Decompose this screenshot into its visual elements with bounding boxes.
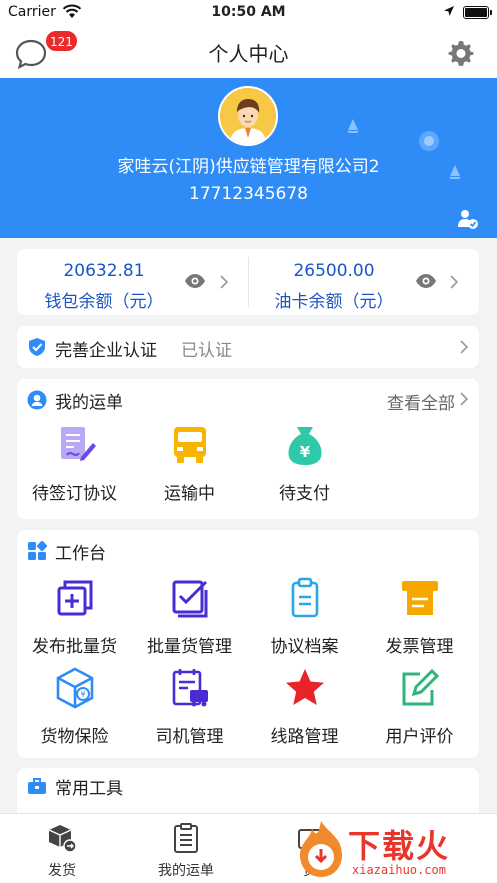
enterprise-verification-row[interactable]: 完善企业认证 已认证 (17, 326, 479, 368)
workbench-batch-manage[interactable]: 批量货管理 (132, 576, 247, 657)
tab-my-waybills[interactable]: 我的运单 (124, 822, 248, 880)
gear-icon (448, 41, 474, 66)
waybill-in-transit[interactable]: 运输中 (132, 423, 247, 504)
svg-text:¥: ¥ (299, 443, 310, 461)
batch-manage-icon (172, 580, 207, 618)
wallet-balance-label: 钱包余额（元） (44, 292, 164, 312)
sailboat-decoration-icon (347, 119, 359, 133)
fuel-card-balance-item[interactable]: 26500.00 油卡余额（元） (249, 249, 479, 315)
tab-label: 发货 (48, 863, 76, 879)
cube-ship-icon (48, 825, 77, 853)
verification-status: 已认证 (181, 341, 232, 361)
waybill-item-label: 运输中 (164, 484, 215, 504)
workbench-item-label: 司机管理 (155, 727, 224, 747)
status-bar: Carrier 10:50 AM (0, 0, 497, 26)
bubble-decoration-icon (419, 131, 439, 151)
waybill-item-label: 待签订协议 (32, 484, 117, 504)
flame-download-icon (300, 821, 342, 877)
workbench-invoice-manage[interactable]: 发票管理 (362, 576, 477, 657)
eye-icon[interactable] (415, 273, 437, 289)
document-list-icon (174, 823, 198, 853)
contract-sign-icon (60, 427, 96, 461)
workbench-item-label: 发布批量货 (32, 637, 117, 657)
invoice-printer-icon (401, 581, 438, 615)
fuel-card-balance-amount: 26500.00 (293, 261, 375, 281)
wallet-balance-amount: 20632.81 (63, 261, 145, 281)
chevron-right-icon (460, 392, 469, 406)
common-tools-title: 常用工具 (55, 779, 123, 799)
toolbox-icon (28, 778, 46, 794)
workbench-item-label: 协议档案 (270, 637, 339, 657)
workbench-item-label: 用户评价 (385, 727, 454, 747)
fuel-card-balance-label: 油卡余额（元） (274, 292, 394, 312)
phone-number: 17712345678 (189, 184, 308, 204)
cargo-insurance-icon: ¥ (56, 667, 93, 709)
watermark-url: xiazaihuo.com (352, 863, 446, 877)
waybill-pending-agreement[interactable]: 待签订协议 (17, 423, 132, 504)
workbench-item-label: 货物保险 (40, 727, 109, 747)
svg-text:¥: ¥ (80, 690, 85, 699)
user-avatar-icon (220, 88, 276, 144)
my-waybills-title: 我的运单 (55, 393, 123, 413)
workbench-card: 工作台 发布批量货 批量货管理 协议档案 发票管理 ¥ 货物保险 司机管理 线路… (17, 530, 479, 758)
user-check-icon (458, 210, 478, 229)
apps-grid-icon (28, 541, 47, 560)
shield-check-icon (29, 338, 45, 356)
tab-ship[interactable]: 发货 (0, 822, 124, 880)
company-name: 家哇云(江阴)供应链管理有限公司2 (117, 157, 380, 177)
workbench-cargo-insurance[interactable]: ¥ 货物保险 (17, 666, 132, 747)
watermark-logo: 下载火 xiazaihuo.com (290, 815, 497, 883)
status-time: 10:50 AM (211, 4, 286, 20)
workbench-route-manage[interactable]: 线路管理 (247, 666, 362, 747)
watermark-text: 下载火 (348, 827, 451, 865)
battery-icon (463, 6, 492, 19)
workbench-item-label: 发票管理 (385, 637, 454, 657)
eye-icon[interactable] (184, 273, 206, 289)
profile-header: 家哇云(江阴)供应链管理有限公司2 17712345678 (0, 78, 497, 238)
workbench-item-label: 批量货管理 (147, 637, 232, 657)
location-arrow-icon (443, 5, 455, 21)
view-all-link[interactable]: 查看全部 (387, 389, 455, 414)
wallet-balance-item[interactable]: 20632.81 钱包余额（元） (17, 249, 247, 315)
settings-button[interactable] (447, 39, 475, 67)
balance-card: 20632.81 钱包余额（元） 26500.00 油卡余额（元） (17, 249, 479, 315)
workbench-user-review[interactable]: 用户评价 (362, 666, 477, 747)
truck-icon (173, 427, 206, 463)
edit-review-icon (402, 668, 439, 706)
waybill-item-label: 待支付 (279, 484, 330, 504)
workbench-publish-batch[interactable]: 发布批量货 (17, 576, 132, 657)
my-waybills-card: 我的运单 查看全部 待签订协议 运输中 ¥ 待支付 (17, 379, 479, 519)
money-bag-icon: ¥ (288, 427, 321, 465)
chevron-right-icon (460, 340, 469, 354)
clipboard-icon (291, 577, 318, 618)
publish-batch-icon (57, 580, 92, 616)
driver-manage-icon (172, 669, 208, 707)
workbench-item-label: 线路管理 (270, 727, 339, 747)
chevron-right-icon (450, 275, 459, 289)
avatar[interactable] (218, 86, 278, 146)
page-title: 个人中心 (208, 42, 289, 66)
workbench-driver-manage[interactable]: 司机管理 (132, 666, 247, 747)
tab-label: 我的运单 (158, 863, 214, 879)
user-circle-icon (27, 390, 47, 410)
verification-title: 完善企业认证 (55, 341, 157, 361)
chevron-right-icon (220, 275, 229, 289)
workbench-title: 工作台 (55, 544, 106, 564)
star-icon (285, 669, 324, 705)
nav-bar: 121 个人中心 (0, 26, 497, 78)
waybill-pending-payment[interactable]: ¥ 待支付 (247, 423, 362, 504)
user-verified-button[interactable] (457, 208, 479, 230)
workbench-agreement-archive[interactable]: 协议档案 (247, 576, 362, 657)
